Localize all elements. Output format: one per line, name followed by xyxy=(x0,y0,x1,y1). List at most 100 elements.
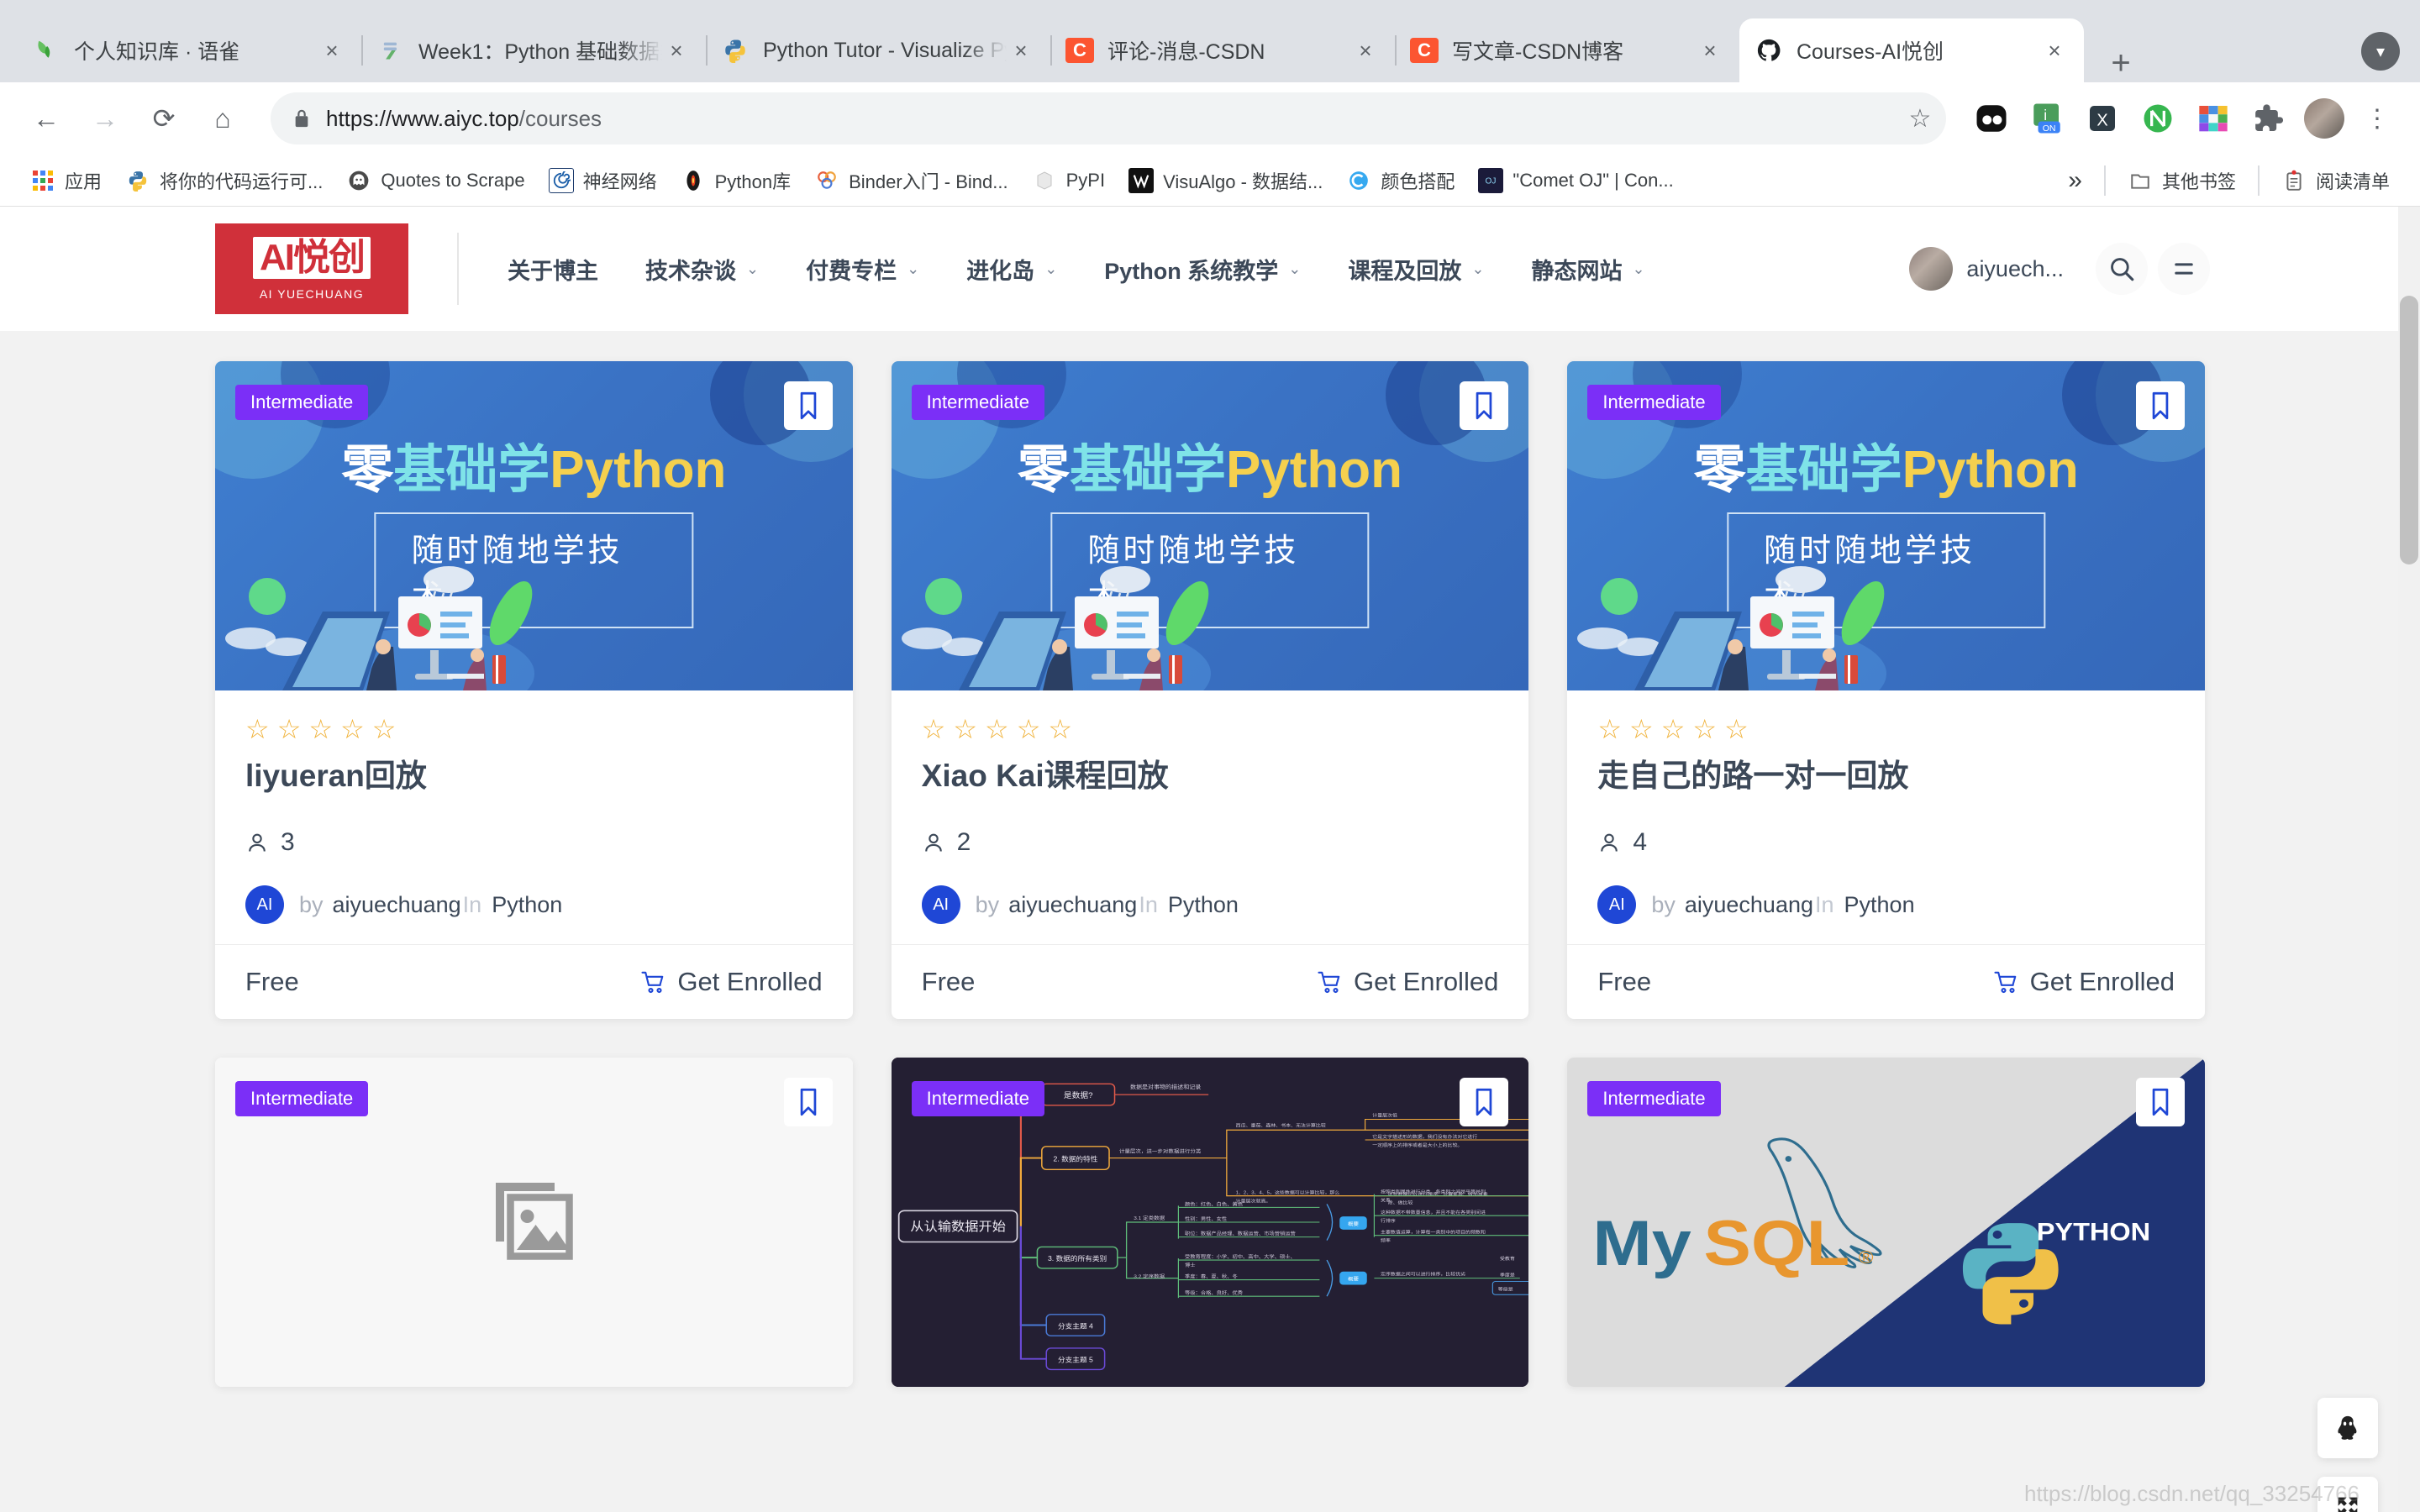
browser-tab[interactable]: C 评论-消息-CSDN × xyxy=(1050,18,1395,82)
close-icon[interactable]: × xyxy=(662,38,691,64)
svg-text:是数据?: 是数据? xyxy=(1064,1091,1093,1100)
course-card[interactable]: 零基础学Python 随时随地学技术 xyxy=(1567,361,2205,1020)
browser-tab[interactable]: Python Tutor - Visualize Py × xyxy=(706,18,1050,82)
course-card[interactable]: My SQL ® PYTHON Intermediate xyxy=(1567,1058,2205,1388)
page-scrollbar-track[interactable] xyxy=(2398,207,2420,1512)
bookmark-item-binder[interactable]: Binder入门 - Bind... xyxy=(802,159,1020,202)
reload-button[interactable]: ⟳ xyxy=(139,94,188,143)
chevron-down-icon: ⌄ xyxy=(1044,260,1058,277)
search-icon[interactable] xyxy=(2096,243,2148,295)
divider xyxy=(457,233,459,305)
nav-item-static-site[interactable]: 静态网站 ⌄ xyxy=(1531,253,1644,286)
bookmark-icon[interactable] xyxy=(1460,381,1509,430)
svg-text:ON: ON xyxy=(2043,123,2056,134)
tab-title: Courses-AI悦创 xyxy=(1797,40,1944,64)
course-body: ☆ ☆ ☆ ☆ ☆ 走自己的路一对一回放 4 AI by aiyuechuang… xyxy=(1567,690,2205,944)
page-scrollbar-thumb[interactable] xyxy=(2400,296,2418,564)
enroll-button[interactable]: Get Enrolled xyxy=(640,967,823,997)
bookmark-label: 神经网络 xyxy=(582,171,657,192)
author-name[interactable]: aiyuechuang xyxy=(333,892,461,918)
nav-label: 静态网站 xyxy=(1531,258,1623,284)
nav-item-about[interactable]: 关于博主 xyxy=(508,253,598,286)
browser-tab[interactable]: Week1：Python 基础数据类 × xyxy=(361,18,706,82)
course-card[interactable]: 从认输数据开始 是数据? 数据是对事物的描述和记录 2. 数据的特性 计量层次，… xyxy=(891,1058,1529,1388)
bookmark-star-icon[interactable]: ☆ xyxy=(1896,94,1944,143)
browser-tab[interactable]: 个人知识库 · 语雀 × xyxy=(17,18,361,82)
nativefier-icon[interactable] xyxy=(2134,95,2181,142)
bookmark-icon[interactable] xyxy=(1460,1078,1509,1127)
close-icon[interactable]: × xyxy=(1007,38,1035,64)
immersive-translate-icon[interactable]: i ON xyxy=(2023,95,2070,142)
bookmark-icon[interactable] xyxy=(783,1078,833,1127)
browser-menu-icon[interactable]: ⋮ xyxy=(2356,104,2398,134)
enroll-button[interactable]: Get Enrolled xyxy=(1317,967,1498,997)
other-bookmarks-folder[interactable]: 其他书签 xyxy=(2116,159,2248,202)
home-button[interactable]: ⌂ xyxy=(198,94,247,143)
close-icon[interactable]: × xyxy=(1351,38,1380,64)
course-title[interactable]: 走自己的路一对一回放 xyxy=(1597,758,2175,795)
browser-tab[interactable]: C 写文章-CSDN博客 × xyxy=(1395,18,1739,82)
category-label[interactable]: Python xyxy=(1168,892,1239,918)
browser-tab-active[interactable]: Courses-AI悦创 × xyxy=(1739,18,2084,82)
rating-stars[interactable]: ☆ ☆ ☆ ☆ ☆ xyxy=(922,716,1499,743)
enrolled-count: 4 xyxy=(1597,828,2175,857)
course-card[interactable]: 零基础学Python 随时随地学技术 xyxy=(215,361,853,1020)
bookmark-icon[interactable] xyxy=(783,381,833,430)
profile-avatar[interactable] xyxy=(2301,95,2348,142)
rating-stars[interactable]: ☆ ☆ ☆ ☆ ☆ xyxy=(245,716,823,743)
bookmark-item-python-lib[interactable]: Python库 xyxy=(669,159,803,202)
bookmark-label: VisuAlgo - 数据结... xyxy=(1163,171,1323,192)
bookmark-icon[interactable] xyxy=(2136,381,2185,430)
address-bar[interactable]: https://www.aiyc.top/courses xyxy=(271,92,1946,144)
bookmark-item-pypi[interactable]: PyPI xyxy=(1020,159,1117,202)
bookmark-item-apps[interactable]: 应用 xyxy=(18,159,113,202)
qq-penguin-icon[interactable] xyxy=(2317,1398,2378,1458)
category-label[interactable]: Python xyxy=(492,892,562,918)
author-name[interactable]: aiyuechuang xyxy=(1685,892,1813,918)
bookmark-item-comet-oj[interactable]: OJ "Comet OJ" | Con... xyxy=(1466,159,1685,202)
tab-search-icon[interactable]: ▾ xyxy=(2361,32,2400,71)
bookmark-item-python-run[interactable]: 将你的代码运行可... xyxy=(113,159,334,202)
nav-item-python-systematic[interactable]: Python 系统教学 ⌄ xyxy=(1104,253,1301,286)
bookmark-item-visualgo[interactable]: VisuAlgo - 数据结... xyxy=(1117,159,1334,202)
svg-text:主要数值运算，计算每一类别中的项目的频数和: 主要数值运算，计算每一类别中的项目的频数和 xyxy=(1381,1229,1486,1236)
reading-list-button[interactable]: 阅读清单 xyxy=(2270,159,2402,202)
svg-text:一定顺序上的排序或者是大小上的比较。: 一定顺序上的排序或者是大小上的比较。 xyxy=(1372,1142,1462,1149)
course-card[interactable]: Intermediate xyxy=(215,1058,853,1388)
bookmark-item-colors[interactable]: 颜色搭配 xyxy=(1334,159,1466,202)
course-thumbnail: My SQL ® PYTHON Intermediate xyxy=(1567,1058,2205,1388)
back-button[interactable]: ← xyxy=(22,94,71,143)
hamburger-menu-icon[interactable] xyxy=(2158,243,2210,295)
close-icon[interactable]: × xyxy=(1696,38,1724,64)
site-logo[interactable]: AI悦创 AI YUECHUANG xyxy=(215,223,408,314)
course-title[interactable]: liyueran回放 xyxy=(245,758,823,795)
username-label[interactable]: aiyuech... xyxy=(1966,256,2064,282)
close-icon[interactable]: × xyxy=(2040,38,2069,64)
colors-grid-icon[interactable] xyxy=(2190,95,2237,142)
puzzle-icon[interactable] xyxy=(2245,95,2292,142)
bookmark-icon[interactable] xyxy=(2136,1078,2185,1127)
svg-text:这种数据不带数量信息，并且不能在各类别间进: 这种数据不带数量信息，并且不能在各类别间进 xyxy=(1381,1210,1486,1216)
rating-stars[interactable]: ☆ ☆ ☆ ☆ ☆ xyxy=(1597,716,2175,743)
category-label[interactable]: Python xyxy=(1844,892,1915,918)
course-title[interactable]: Xiao Kai课程回放 xyxy=(922,758,1499,795)
bookmarks-overflow-button[interactable]: » xyxy=(2056,159,2094,202)
duckduckgo-icon[interactable] xyxy=(1968,95,2015,142)
svg-text:频率: 频率 xyxy=(1381,1237,1391,1244)
nav-item-evolution-island[interactable]: 进化岛 ⌄ xyxy=(966,253,1057,286)
new-tab-button[interactable]: + xyxy=(2096,45,2146,82)
forward-button[interactable]: → xyxy=(81,94,129,143)
nav-item-courses-replay[interactable]: 课程及回放 ⌄ xyxy=(1348,253,1484,286)
course-card[interactable]: 零基础学Python 随时随地学技术 xyxy=(891,361,1529,1020)
author-name[interactable]: aiyuechuang xyxy=(1008,892,1137,918)
x-extension-icon[interactable]: X xyxy=(2079,95,2126,142)
bookmark-item-quotes[interactable]: Quotes to Scrape xyxy=(334,159,536,202)
bookmark-item-neural-network[interactable]: 神经网络 xyxy=(537,159,669,202)
nav-item-tech-talk[interactable]: 技术杂谈 ⌄ xyxy=(645,253,759,286)
course-author: AI by aiyuechuang In Python xyxy=(1597,885,2175,925)
close-icon[interactable]: × xyxy=(318,38,346,64)
nav-item-paid-column[interactable]: 付费专栏 ⌄ xyxy=(806,253,919,286)
url-text: https://www.aiyc.top/courses xyxy=(326,106,602,132)
enroll-button[interactable]: Get Enrolled xyxy=(1993,967,2175,997)
avatar[interactable] xyxy=(1909,247,1954,291)
